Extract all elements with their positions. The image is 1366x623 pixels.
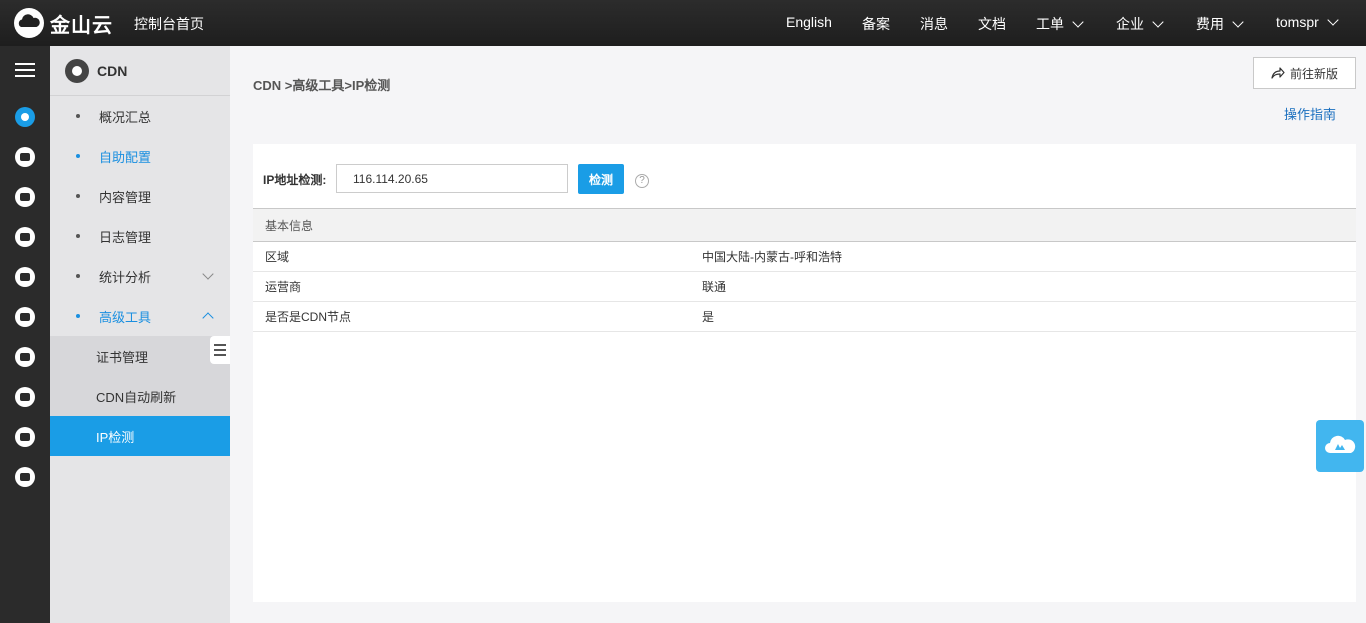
rail-item-database[interactable] [0, 297, 50, 337]
brand-name: 金山云 [50, 14, 113, 37]
menu-toggle-button[interactable] [0, 50, 50, 90]
nav-english[interactable]: English [786, 14, 832, 30]
sidebar-item-label: 概况汇总 [99, 109, 152, 125]
cloud-storage-icon [15, 267, 35, 287]
info-value: 是 [702, 310, 715, 324]
sidebar-item-content[interactable]: 内容管理 [50, 176, 230, 216]
top-bar: 金山云 控制台首页 English 备案 消息 文档 工单 企业 费用 toms… [0, 0, 1366, 46]
sidebar-title: CDN [97, 62, 128, 79]
sidebar-subitem-label: CDN自动刷新 [96, 389, 177, 405]
network-icon [15, 227, 35, 247]
sidebar-item-statistics[interactable]: 统计分析 [50, 256, 230, 296]
username-label: tomspr [1276, 14, 1319, 30]
breadcrumb: CDN >高级工具>IP检测 [253, 78, 391, 93]
app-icon [15, 187, 35, 207]
rail-item-server[interactable] [0, 137, 50, 177]
info-value: 中国大陆-内蒙古-呼和浩特 [702, 250, 842, 264]
sidebar-item-label: 统计分析 [99, 269, 152, 285]
share-icon [1271, 67, 1285, 79]
info-key: 区域 [265, 250, 290, 264]
layers-icon [15, 347, 35, 367]
go-new-version-button[interactable]: 前往新版 [1253, 57, 1356, 89]
nav-messages-label: 消息 [920, 16, 948, 32]
cloud-support-icon [1325, 435, 1356, 453]
sidebar-item-logs[interactable]: 日志管理 [50, 216, 230, 256]
sidebar-subitem-ip-check[interactable]: IP检测 [50, 416, 230, 456]
sidebar-item-advanced-tools[interactable]: 高级工具 [50, 296, 230, 336]
help-icon[interactable]: ? [635, 174, 649, 188]
rail-item-cloud-storage[interactable] [0, 257, 50, 297]
chevron-down-icon [1152, 16, 1164, 28]
table-row: 是否是CDN节点 是 [253, 302, 1356, 332]
nav-tickets-label: 工单 [1036, 16, 1064, 32]
basic-info-table: 基本信息 区域 中国大陆-内蒙古-呼和浩特 运营商 联通 是否是CDN节点 是 [253, 208, 1356, 332]
rail-item-mail[interactable] [0, 417, 50, 457]
mail-icon [15, 427, 35, 447]
cdn-icon [15, 107, 35, 127]
server-icon [15, 147, 35, 167]
cdn-logo-icon [65, 58, 89, 83]
nav-filing-label: 备案 [862, 16, 890, 32]
sidebar-item-label: 自助配置 [99, 149, 152, 165]
icon-rail [0, 46, 50, 623]
sidebar-item-label: 日志管理 [99, 229, 152, 245]
chevron-down-icon [1327, 14, 1339, 26]
console-home-link[interactable]: 控制台首页 [134, 14, 204, 34]
rail-item-id-card[interactable] [0, 457, 50, 497]
sidebar-subitem-auto-refresh[interactable]: CDN自动刷新 [50, 376, 230, 416]
cloud-upload-icon [15, 387, 35, 407]
ip-check-panel: IP地址检测: 检测 ? 基本信息 区域 中国大陆-内蒙古-呼和浩特 运营商 联… [253, 144, 1356, 602]
nav-billing[interactable]: 费用 [1196, 14, 1244, 34]
nav-enterprise-label: 企业 [1116, 16, 1144, 32]
brand-logo[interactable]: 金山云 [12, 7, 113, 39]
rail-item-app[interactable] [0, 177, 50, 217]
sidebar-item-label: 内容管理 [99, 189, 152, 205]
support-chat-button[interactable] [1316, 420, 1364, 472]
go-new-version-label: 前往新版 [1289, 66, 1338, 81]
nav-user-menu[interactable]: tomspr [1276, 14, 1339, 30]
chevron-up-icon [202, 312, 214, 324]
rail-item-cdn[interactable] [0, 97, 50, 137]
nav-billing-label: 费用 [1196, 16, 1224, 32]
info-key: 是否是CDN节点 [265, 310, 351, 324]
nav-english-label: English [786, 14, 832, 30]
sidebar-subitem-label: 证书管理 [96, 349, 149, 365]
database-icon [15, 307, 35, 327]
chevron-down-icon [1072, 16, 1084, 28]
sidebar-item-overview[interactable]: 概况汇总 [50, 96, 230, 136]
nav-docs[interactable]: 文档 [978, 14, 1006, 34]
ip-address-input[interactable] [336, 164, 568, 193]
sidebar-item-label: 高级工具 [99, 309, 152, 325]
id-card-icon [15, 467, 35, 487]
info-key: 运营商 [265, 280, 302, 294]
table-row: 区域 中国大陆-内蒙古-呼和浩特 [253, 242, 1356, 272]
sidebar-collapse-button[interactable] [210, 336, 230, 364]
sidebar-header: CDN [50, 46, 230, 96]
nav-tickets[interactable]: 工单 [1036, 14, 1084, 34]
operation-guide-link[interactable]: 操作指南 [1284, 104, 1336, 123]
basic-info-header: 基本信息 [253, 208, 1356, 242]
menu-icon [15, 63, 35, 77]
nav-enterprise[interactable]: 企业 [1116, 14, 1164, 34]
rail-item-cloud-upload[interactable] [0, 377, 50, 417]
sidebar-subitem-label: IP检测 [96, 429, 135, 445]
cdn-sidebar: CDN 概况汇总 自助配置 内容管理 日志管理 统计分析 高级工具 证书管理 C… [50, 46, 230, 623]
nav-docs-label: 文档 [978, 16, 1006, 32]
chevron-down-icon [202, 268, 214, 280]
info-value: 联通 [702, 280, 727, 294]
rail-item-network[interactable] [0, 217, 50, 257]
chevron-down-icon [1232, 16, 1244, 28]
table-row: 运营商 联通 [253, 272, 1356, 302]
sidebar-subitem-certificates[interactable]: 证书管理 [50, 336, 230, 376]
cloud-logo-icon [14, 8, 44, 38]
nav-filing[interactable]: 备案 [862, 14, 890, 34]
check-button[interactable]: 检测 [578, 164, 624, 194]
sidebar-item-self-config[interactable]: 自助配置 [50, 136, 230, 176]
ip-check-label: IP地址检测: [263, 173, 327, 187]
main-content: CDN >高级工具>IP检测 前往新版 操作指南 IP地址检测: 检测 ? 基本… [230, 46, 1366, 623]
rail-item-layers[interactable] [0, 337, 50, 377]
nav-messages[interactable]: 消息 [920, 14, 948, 34]
